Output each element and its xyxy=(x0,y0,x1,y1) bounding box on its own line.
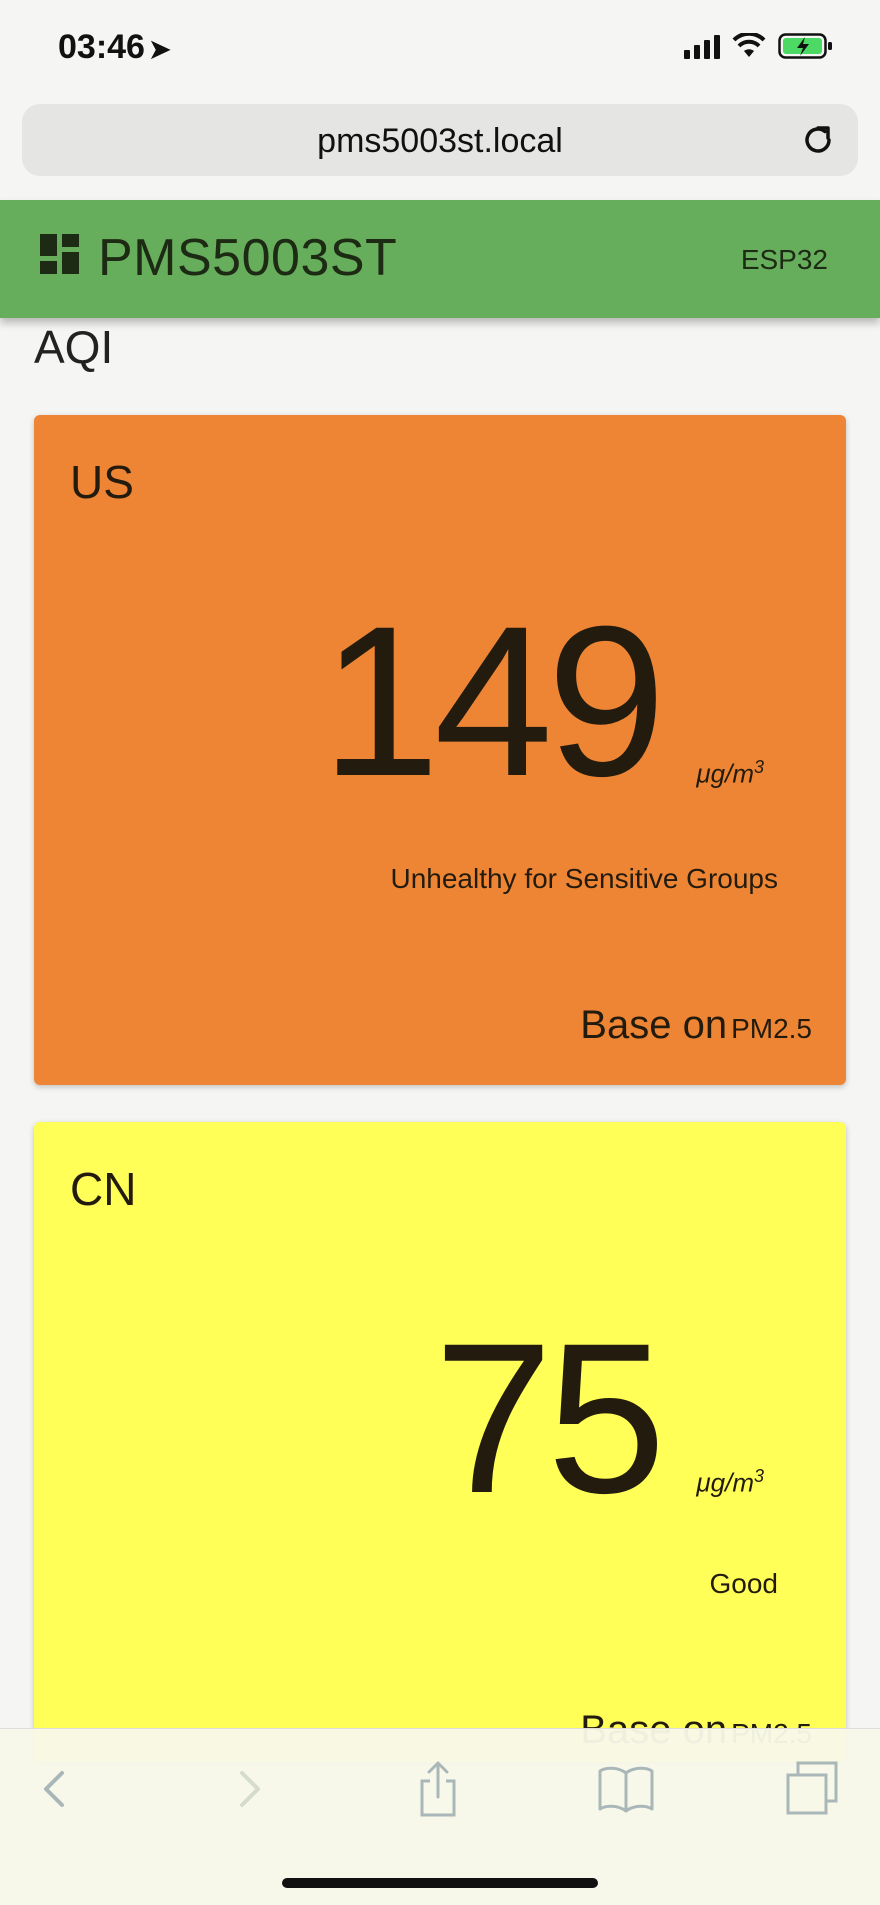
app-title: PMS5003ST xyxy=(98,229,398,287)
unit-exponent: 3 xyxy=(753,1466,764,1486)
reload-icon[interactable] xyxy=(798,120,838,160)
bookmarks-icon[interactable] xyxy=(596,1759,656,1819)
aqi-unit: μg/m3 xyxy=(696,1466,764,1499)
forward-icon[interactable] xyxy=(218,1759,278,1819)
aqi-unit: μg/m3 xyxy=(696,757,764,790)
device-chip: ESP32 xyxy=(740,244,828,275)
home-indicator xyxy=(282,1878,598,1888)
unit-base: μg/m xyxy=(696,1467,754,1498)
unit-base: μg/m xyxy=(696,758,754,789)
aqi-card-us: US 149 μg/m3 Unhealthy for Sensitive Gro… xyxy=(34,415,846,1085)
tabs-icon[interactable] xyxy=(782,1759,842,1819)
status-time: 03:46 ➤ xyxy=(58,28,171,67)
signal-icon xyxy=(684,33,720,59)
location-icon: ➤ xyxy=(148,34,171,64)
wifi-icon xyxy=(732,33,766,57)
dashboard-icon xyxy=(40,234,79,274)
url-bar[interactable]: pms5003st.local xyxy=(22,104,858,176)
card-label: US xyxy=(70,456,134,508)
base-prefix: Base on xyxy=(580,1003,728,1047)
aqi-value: 149 xyxy=(320,582,666,821)
aqi-status: Good xyxy=(709,1568,779,1599)
base-pollutant: PM2.5 xyxy=(731,1013,812,1044)
aqi-value: 75 xyxy=(433,1299,666,1538)
aqi-base: Base onPM2.5 xyxy=(580,1003,812,1048)
battery-charging-icon xyxy=(778,33,832,59)
aqi-status: Unhealthy for Sensitive Groups xyxy=(390,863,778,894)
section-title: AQI xyxy=(34,321,114,373)
status-bar: 03:46 ➤ xyxy=(0,0,880,100)
status-icons xyxy=(684,32,834,60)
back-icon[interactable] xyxy=(26,1759,86,1819)
app-bar: PMS5003ST ESP32 xyxy=(0,200,880,318)
card-label: CN xyxy=(70,1163,137,1215)
url-text[interactable]: pms5003st.local xyxy=(22,122,858,161)
unit-exponent: 3 xyxy=(753,757,764,777)
share-icon[interactable] xyxy=(408,1759,468,1819)
status-time-text: 03:46 xyxy=(58,28,145,66)
aqi-card-cn: CN 75 μg/m3 Good Base onPM2.5 xyxy=(34,1122,846,1762)
